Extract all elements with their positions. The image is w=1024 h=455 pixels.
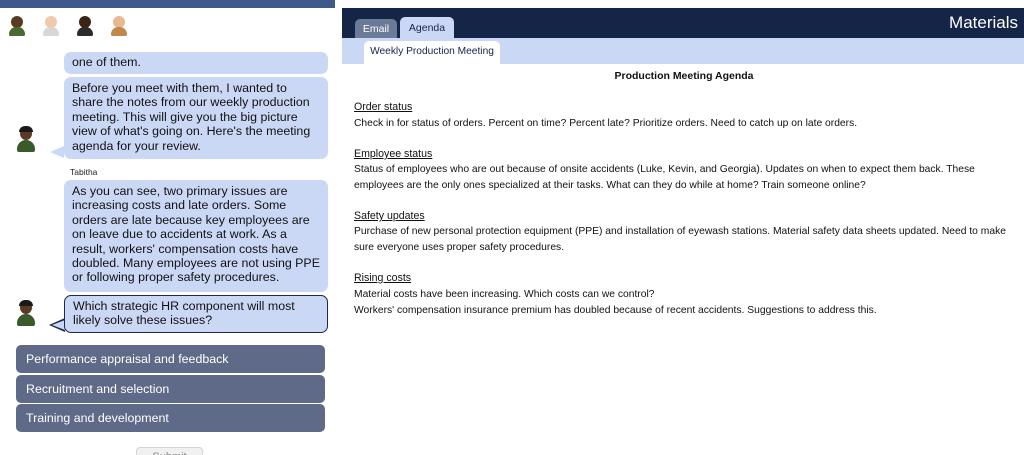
section-heading-rising-costs: Rising costs [354, 272, 412, 284]
person-avatar-icon [16, 126, 36, 156]
section-text-rising-costs-2: Workers' compensation insurance premium … [354, 305, 877, 316]
choice-training-development[interactable]: Training and development [16, 404, 325, 432]
section-text-rising-costs-1: Material costs have been increasing. Whi… [354, 289, 655, 300]
tab-agenda[interactable]: Agenda [400, 17, 454, 39]
choice-performance-appraisal[interactable]: Performance appraisal and feedback [16, 345, 325, 373]
document-title: Production Meeting Agenda [614, 70, 754, 82]
subtab-weekly-production-meeting[interactable]: Weekly Production Meeting [364, 41, 500, 64]
section-heading-safety-updates: Safety updates [354, 210, 425, 222]
chat-message-2: As you can see, two primary issues are i… [64, 180, 328, 292]
person-avatar-icon [110, 14, 128, 38]
participant-avatars [8, 14, 128, 38]
section-heading-order-status: Order status [354, 101, 413, 113]
chat-panel: one of them. Before you meet with them, … [0, 8, 340, 455]
section-heading-employee-status: Employee status [354, 148, 433, 160]
subtab-bar: Weekly Production Meeting [342, 38, 1024, 64]
person-avatar-icon [16, 300, 36, 330]
submit-button[interactable]: Submit [136, 447, 203, 455]
top-accent-line [0, 0, 1024, 8]
question-message: Which strategic HR component will most l… [64, 295, 328, 333]
section-text-safety-updates: Purchase of new personal protection equi… [354, 226, 1006, 253]
person-avatar-icon [8, 14, 26, 38]
materials-header: Email Agenda Materials [342, 8, 1024, 39]
agenda-document: Production Meeting Agenda Order status C… [354, 70, 1014, 316]
choice-recruitment-selection[interactable]: Recruitment and selection [16, 375, 325, 403]
materials-title: Materials [949, 13, 1018, 32]
person-avatar-icon [42, 14, 60, 38]
chat-message-1: Before you meet with them, I wanted to s… [64, 77, 328, 159]
section-text-employee-status: Status of employees who are out because … [354, 164, 975, 191]
section-text-order-status: Check in for status of orders. Percent o… [354, 118, 858, 129]
chat-message-partial: one of them. [64, 52, 328, 74]
bubble-tail [50, 146, 64, 158]
materials-panel: Email Agenda Materials Weekly Production… [342, 8, 1024, 455]
tab-email[interactable]: Email [355, 19, 397, 39]
speaker-name: Tabitha [70, 167, 98, 177]
person-avatar-icon [76, 14, 94, 38]
